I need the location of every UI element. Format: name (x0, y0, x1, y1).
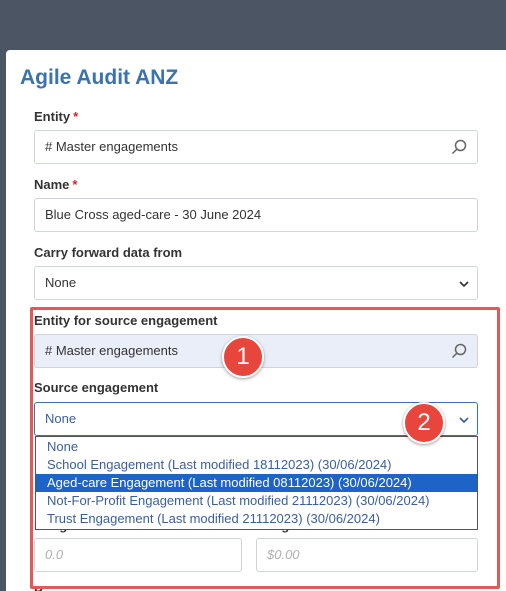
annotation-badge-2: 2 (403, 402, 445, 444)
entity-lookup-input[interactable]: # Master engagements (34, 130, 478, 164)
carry-forward-value: None (45, 275, 77, 290)
chevron-down-icon (459, 281, 469, 288)
search-icon[interactable] (451, 139, 467, 155)
entity-value: # Master engagements (45, 139, 178, 154)
modal-title: Agile Audit ANZ (20, 66, 179, 89)
entity-label: Entity * (34, 109, 78, 124)
name-required-mark: * (72, 177, 78, 192)
annotation-highlight-box (30, 307, 500, 589)
carry-forward-select[interactable]: None (34, 266, 478, 300)
name-value: Blue Cross aged-care - 30 June 2024 (45, 207, 262, 222)
entity-required-mark: * (73, 109, 79, 124)
create-engagement-modal: Agile Audit ANZ Entity * # Master engagem… (6, 50, 506, 591)
name-label: Name * (34, 177, 77, 192)
name-input[interactable]: Blue Cross aged-care - 30 June 2024 (34, 198, 478, 232)
entity-label-text: Entity (34, 109, 71, 124)
annotation-badge-1: 1 (222, 336, 264, 378)
carry-forward-label: Carry forward data from (34, 245, 183, 260)
name-label-text: Name (34, 177, 70, 192)
